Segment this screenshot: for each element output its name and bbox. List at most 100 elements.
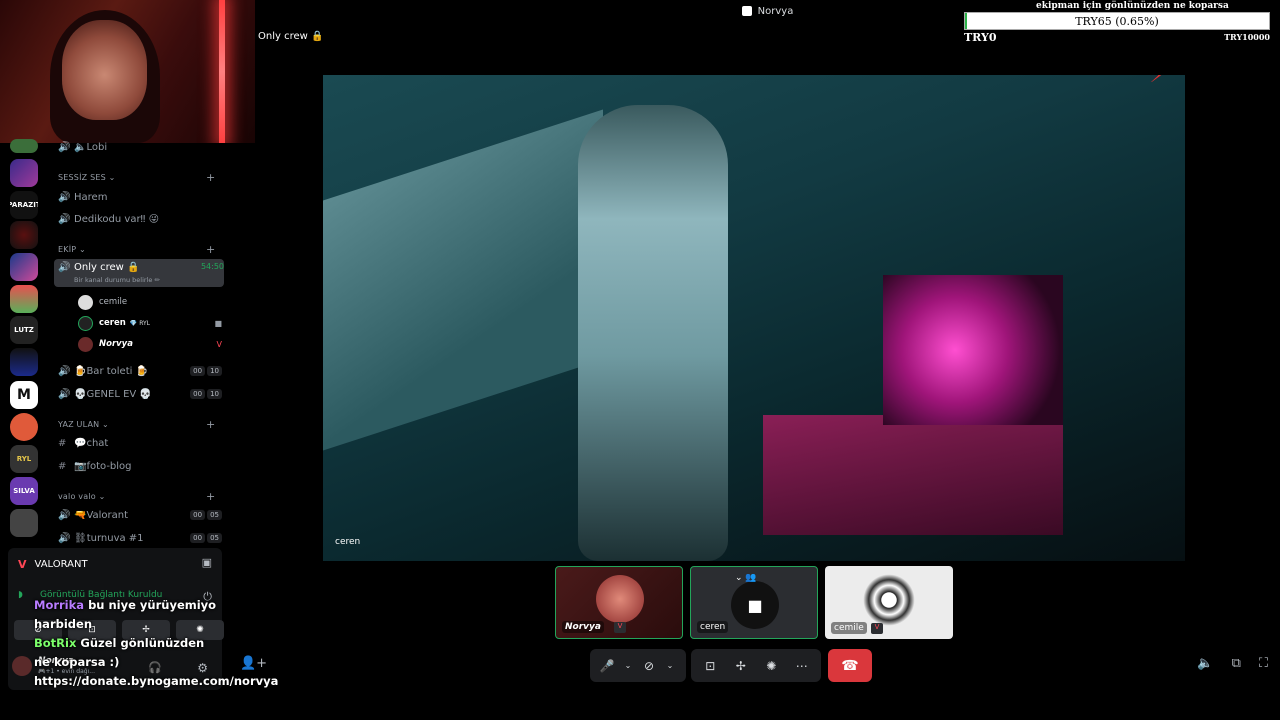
participant-tile-cemile[interactable]: cemile V <box>825 566 953 639</box>
donation-title: ekipman için gönlünüzden ne koparsa <box>1036 1 1229 11</box>
donation-goal-widget: ekipman için gönlünüzden ne koparsa TRY6… <box>964 0 1274 45</box>
activity-icon[interactable]: ▣ <box>202 556 212 569</box>
add-channel-icon[interactable]: + <box>206 490 215 503</box>
chat-author: BotRix <box>34 636 77 650</box>
server-icon[interactable]: SILVA <box>10 477 38 505</box>
view-controls: 🔈 ⧉ ⛶ <box>1197 656 1268 671</box>
category-valo[interactable]: valo valo ⌄ + <box>58 490 215 503</box>
chat-author: Morrika <box>34 598 85 612</box>
activities-icon[interactable]: ✢ <box>730 653 752 679</box>
valorant-icon: V <box>614 622 626 633</box>
disconnect-button[interactable]: ☎ <box>828 649 872 682</box>
camera-icon: ■ <box>214 318 222 328</box>
server-icon[interactable] <box>10 413 38 441</box>
channel-status[interactable]: Bir kanal durumu belirle ✏ <box>74 276 160 284</box>
server-icon[interactable] <box>10 509 38 537</box>
donation-progress-text: TRY65 (0.65%) <box>1075 15 1159 28</box>
channel-genel-ev[interactable]: 🔊 💀GENEL EV 💀 00 10 <box>58 384 222 404</box>
server-icon[interactable] <box>10 253 38 281</box>
channel-turnuva[interactable]: 🔊 ⛓turnuva #1 00 05 <box>58 528 222 548</box>
invite-icon[interactable]: 👤+ <box>240 656 267 671</box>
channel-chat[interactable]: # 💬chat <box>58 433 222 453</box>
category-ekip[interactable]: EKİP ⌄ + <box>58 243 215 256</box>
server-icon[interactable] <box>10 221 38 249</box>
stream-chat-overlay: Morrika bu niye yürüyemiyo harbiden BotR… <box>34 596 278 691</box>
audio-video-controls: 🎤 ⌄ ⊘ ⌄ <box>590 649 686 682</box>
window-title: Norvya <box>757 5 794 17</box>
server-rail: PARAZIT LUTZ M RYL SILVA <box>0 139 48 543</box>
chevron-down-icon[interactable]: ⌄ 👥 <box>735 573 757 583</box>
soundboard-icon[interactable]: ✺ <box>760 653 782 679</box>
discord-icon <box>741 6 752 16</box>
speaker-icon: 🔊 <box>58 532 71 544</box>
chevron-down-icon[interactable]: ⌄ <box>622 653 634 679</box>
phone-hangup-icon: ☎ <box>841 657 859 674</box>
channel-lobi[interactable]: 🔊 🔈Lobi <box>58 137 222 157</box>
camera-icon: ■ <box>731 581 779 629</box>
call-timer: 54:50 <box>200 262 224 271</box>
chevron-down-icon[interactable]: ⌄ <box>664 653 676 679</box>
add-channel-icon[interactable]: + <box>206 418 215 431</box>
video-participant-label: ceren <box>335 537 361 547</box>
popout-icon[interactable]: ⧉ <box>1232 656 1241 671</box>
donation-progress-bar: TRY65 (0.65%) <box>964 12 1270 30</box>
speaker-icon: 🔊 <box>58 141 71 153</box>
server-icon[interactable] <box>10 159 38 187</box>
channel-valorant[interactable]: 🔊 🔫Valorant 00 05 <box>58 505 222 525</box>
add-channel-icon[interactable]: + <box>206 171 215 184</box>
chat-message: Morrika bu niye yürüyemiyo harbiden <box>34 596 224 634</box>
avatar <box>863 574 915 626</box>
server-icon[interactable]: RYL <box>10 445 38 473</box>
hash-icon: # <box>58 460 67 472</box>
fullscreen-icon[interactable]: ⛶ <box>1259 656 1268 671</box>
activity-title: V VALORANT <box>18 558 88 571</box>
server-icon[interactable]: LUTZ <box>10 316 38 344</box>
app-root: Norvya PARAZIT LUTZ M RYL SILVA 🔊 🔈Lobi … <box>0 0 1280 720</box>
channel-list: 🔊 🔈Lobi SESSİZ SES ⌄ + 🔊 Harem 🔊 Dedikodu… <box>48 142 228 548</box>
server-icon[interactable] <box>10 285 38 313</box>
activity-controls: ⊡ ✢ ✺ ⋯ <box>691 649 821 682</box>
streamer-webcam <box>0 0 255 143</box>
channel-foto-blog[interactable]: # 📷foto-blog <box>58 456 222 476</box>
chat-message: BotRix Güzel gönlünüzden ne koparsa :) h… <box>34 634 278 691</box>
add-channel-icon[interactable]: + <box>206 243 215 256</box>
avatar <box>78 294 93 310</box>
speaker-icon: 🔊 <box>58 509 71 521</box>
participant-tile-ceren[interactable]: ■ ⌄ 👥 ceren <box>690 566 818 639</box>
screen-share-icon[interactable]: ⊡ <box>699 653 721 679</box>
speaker-icon: 🔊 <box>58 191 71 203</box>
signal-icon[interactable]: ◗ <box>18 590 23 600</box>
category-yaz-ulan[interactable]: YAZ ULAN ⌄ + <box>58 418 215 431</box>
donation-min: TRY0 <box>964 31 997 44</box>
valorant-icon: V <box>871 623 883 634</box>
category-sessiz-ses[interactable]: SESSİZ SES ⌄ + <box>58 171 215 184</box>
channel-harem[interactable]: 🔊 Harem <box>58 187 222 207</box>
speaker-icon: 🔊 <box>58 262 71 273</box>
more-icon[interactable]: ⋯ <box>791 653 813 679</box>
channel-dedikodu[interactable]: 🔊 Dedikodu var‼ 😜 <box>58 209 222 229</box>
speaker-icon: 🔊 <box>58 213 71 225</box>
voice-member[interactable]: ceren 💎 RYL ■ <box>78 314 222 332</box>
camera-off-icon[interactable]: ⊘ <box>638 653 660 679</box>
server-icon[interactable]: PARAZIT <box>10 191 38 219</box>
valorant-icon: V <box>216 339 222 349</box>
volume-icon[interactable]: 🔈 <box>1197 656 1213 671</box>
channel-title: Only crew 🔒 <box>258 31 324 42</box>
valorant-icon: V <box>18 558 27 571</box>
donation-max: TRY10000 <box>1224 32 1270 42</box>
server-icon[interactable]: M <box>10 381 38 409</box>
main-video-stream[interactable]: ⚡ ceren <box>323 75 1185 561</box>
microphone-icon[interactable]: 🎤 <box>596 653 618 679</box>
avatar <box>78 336 93 352</box>
server-icon[interactable] <box>10 348 38 376</box>
voice-member[interactable]: cemile <box>78 293 222 311</box>
avatar <box>596 575 644 623</box>
voice-member[interactable]: Norvya V <box>78 335 222 353</box>
valorant-logo-icon: ⚡ <box>1149 75 1165 88</box>
avatar <box>12 656 32 676</box>
server-icon[interactable] <box>10 139 38 153</box>
channel-bar[interactable]: 🔊 🍺Bar toleti 🍺 00 10 <box>58 361 222 381</box>
participant-tile-norvya[interactable]: Norvya V <box>555 566 683 639</box>
channel-only-crew[interactable]: 🔊 Only crew 🔒 54:50 Bir kanal durumu bel… <box>54 259 224 287</box>
speaker-icon: 🔊 <box>58 388 71 400</box>
